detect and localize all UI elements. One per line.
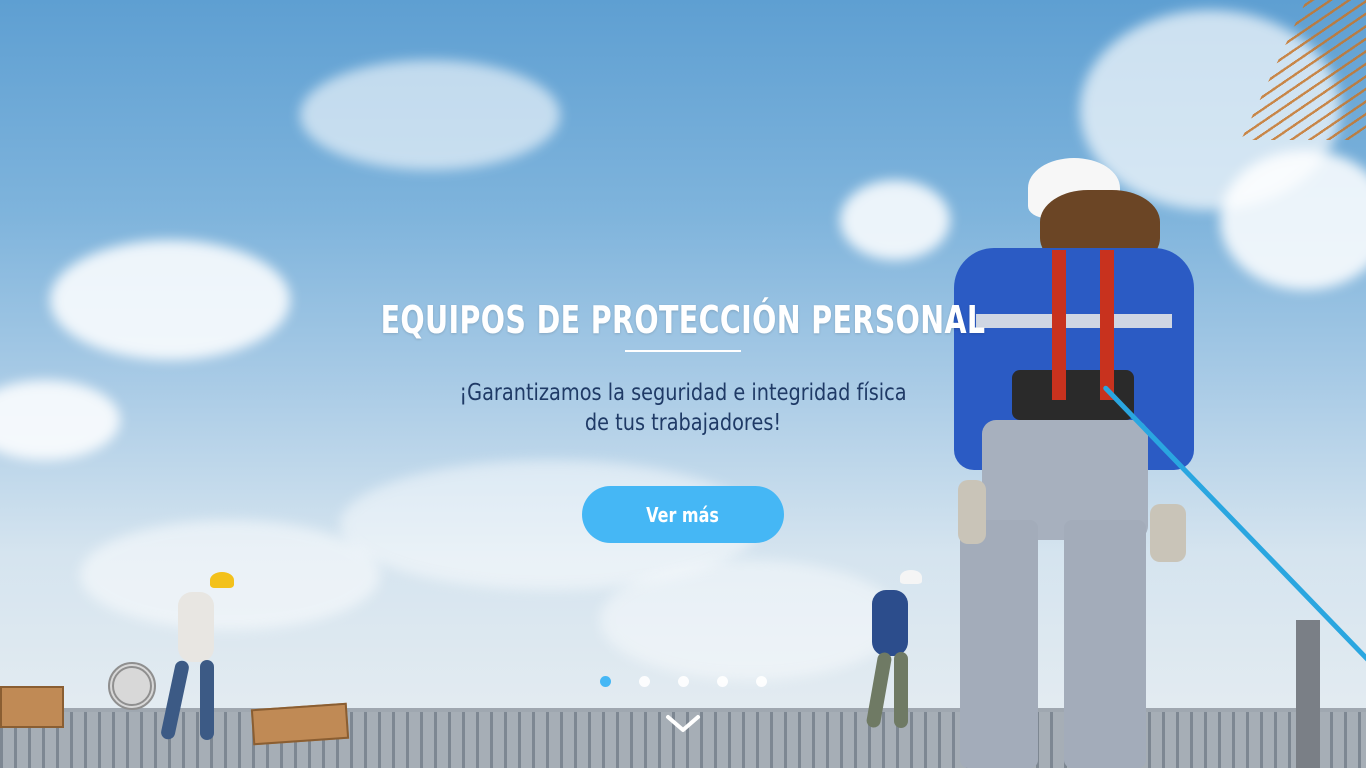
insulation-roll	[108, 662, 156, 710]
ver-mas-button[interactable]: Ver más	[582, 486, 784, 543]
carousel-dot-1[interactable]	[600, 676, 611, 687]
anchor-post	[1296, 620, 1320, 768]
chevron-down-icon[interactable]	[665, 712, 701, 734]
cloud	[300, 60, 560, 170]
carousel-dot-4[interactable]	[717, 676, 728, 687]
cloud	[0, 380, 120, 460]
hero-subtitle-line2: de tus trabajadores!	[584, 410, 782, 436]
cardboard-box	[0, 686, 64, 728]
hero-subtitle-line1: ¡Garantizamos la seguridad e integridad …	[459, 380, 907, 406]
hero-title: EQUIPOS DE PROTECCIÓN PERSONAL	[380, 298, 986, 342]
carousel-dot-3[interactable]	[678, 676, 689, 687]
cardboard-box	[250, 702, 350, 746]
cloud	[840, 180, 950, 260]
cloud	[600, 560, 900, 680]
hero-subtitle: ¡Garantizamos la seguridad e integridad …	[431, 378, 935, 438]
ver-mas-label: Ver más	[646, 502, 720, 527]
carousel-dot-2[interactable]	[639, 676, 650, 687]
carousel-dot-5[interactable]	[756, 676, 767, 687]
title-underline	[625, 350, 741, 352]
carousel-dots	[600, 676, 767, 687]
